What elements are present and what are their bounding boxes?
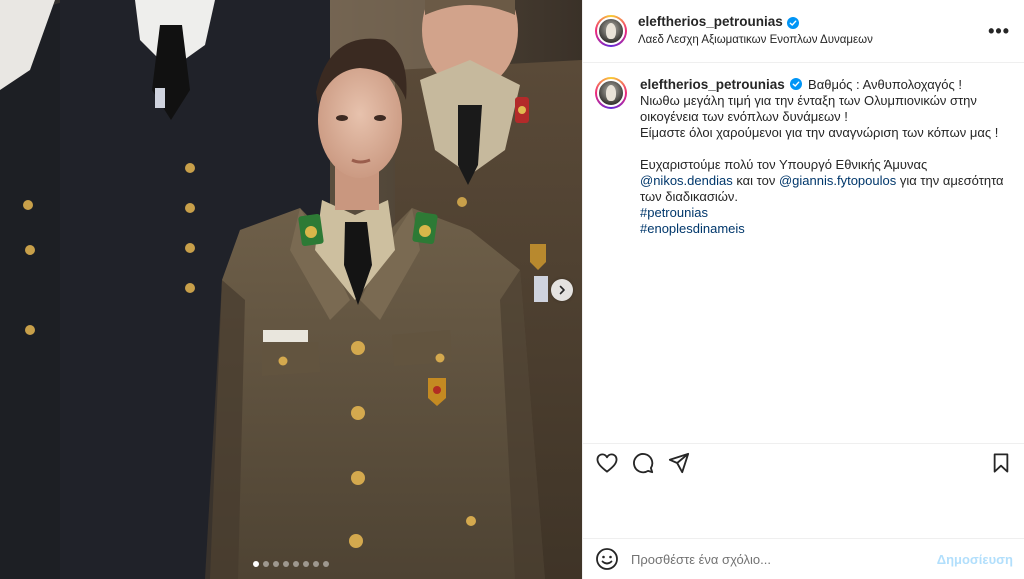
- emoji-icon[interactable]: [595, 547, 619, 571]
- username-link[interactable]: eleftherios_petrounias: [638, 14, 783, 31]
- location-link[interactable]: Λαεδ Λεσχη Αξιωματικων Ενοπλων Δυναμεων: [638, 33, 873, 47]
- post-photo[interactable]: [0, 0, 582, 579]
- post-caption: eleftherios_petrounias Βαθμός : Ανθυπολο…: [583, 63, 1024, 237]
- caption-text: Ευχαριστούμε πολύ τον Υπουργό Εθνικής Άμ…: [640, 157, 928, 172]
- carousel-dot: [263, 561, 269, 567]
- post-panel: eleftherios_petrounias Λαεδ Λεσχη Αξιωμα…: [582, 0, 1024, 579]
- caption-text: Είμαστε όλοι χαρούμενοι για την αναγνώρι…: [640, 125, 999, 140]
- caption-line-mentions: @nikos.dendias και τον @giannis.fytopoul…: [640, 173, 1004, 189]
- caption-text: για την αμεσότητα: [896, 173, 1004, 188]
- carousel-dot: [323, 561, 329, 567]
- verified-badge-icon: [790, 78, 803, 90]
- carousel-dot: [313, 561, 319, 567]
- like-button[interactable]: [595, 451, 619, 475]
- chevron-right-icon: [559, 285, 565, 295]
- more-horizontal-icon: •••: [988, 21, 1010, 41]
- carousel-dot: [253, 561, 259, 567]
- caption-text: Βαθμός : Ανθυπολοχαγός !: [808, 77, 963, 92]
- comment-icon: [633, 452, 654, 473]
- avatar[interactable]: [595, 15, 627, 47]
- caption-text: Νιωθω μεγάλη τιμή για την ένταξη των Ολυ…: [640, 93, 977, 108]
- post-comment-button[interactable]: Δημοσίευση: [937, 552, 1013, 567]
- caption-text: οικογένεια των ενόπλων δυνάμεων !: [640, 109, 848, 124]
- carousel-dot: [273, 561, 279, 567]
- caption-username-link[interactable]: eleftherios_petrounias: [640, 77, 785, 92]
- post-photo-illustration: [0, 0, 582, 579]
- carousel-indicators: [0, 561, 582, 567]
- post-actions: [583, 443, 1024, 481]
- hashtag-link[interactable]: #petrounias: [640, 205, 708, 220]
- avatar-image: [597, 17, 625, 45]
- carousel-dot: [283, 561, 289, 567]
- caption-text: των διαδικασιών.: [640, 189, 739, 204]
- username-row: eleftherios_petrounias: [638, 14, 873, 31]
- mention-link[interactable]: @nikos.dendias: [640, 173, 733, 188]
- heart-icon: [596, 452, 618, 473]
- more-options-button[interactable]: •••: [988, 22, 1010, 40]
- share-button[interactable]: [667, 451, 691, 475]
- comment-bar: Δημοσίευση: [583, 538, 1024, 579]
- caption-avatar[interactable]: [595, 77, 627, 109]
- mention-link[interactable]: @giannis.fytopoulos: [779, 173, 896, 188]
- caption-avatar-image: [597, 79, 625, 107]
- post-header: eleftherios_petrounias Λαεδ Λεσχη Αξιωμα…: [583, 0, 1024, 63]
- carousel-next-button[interactable]: [551, 279, 573, 301]
- save-button[interactable]: [989, 451, 1013, 475]
- caption-body: eleftherios_petrounias Βαθμός : Ανθυπολο…: [640, 77, 1004, 237]
- comment-input[interactable]: [631, 551, 931, 567]
- verified-badge-icon: [786, 16, 799, 29]
- comment-button[interactable]: [631, 451, 655, 475]
- carousel-dot: [293, 561, 299, 567]
- bookmark-icon: [993, 452, 1009, 473]
- hashtag-link[interactable]: #enoplesdinameis: [640, 221, 745, 236]
- carousel-dot: [303, 561, 309, 567]
- caption-text: και τον: [732, 173, 779, 188]
- caption-line-1: eleftherios_petrounias Βαθμός : Ανθυπολο…: [640, 77, 1004, 93]
- header-text: eleftherios_petrounias Λαεδ Λεσχη Αξιωμα…: [638, 14, 873, 47]
- send-icon: [668, 452, 690, 473]
